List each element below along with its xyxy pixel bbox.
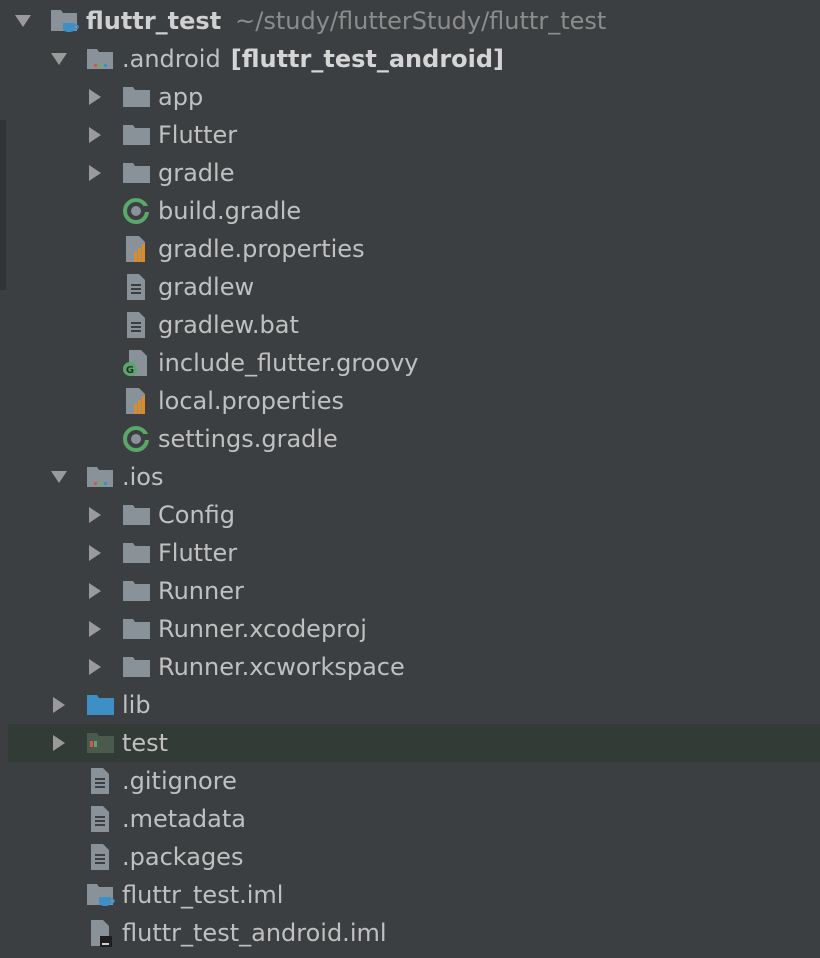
folder-label: Flutter <box>158 121 238 149</box>
tree-node-file[interactable]: fluttr_test_android.iml <box>8 914 820 952</box>
iml-file-icon <box>86 914 122 952</box>
file-label: gradle.properties <box>158 235 365 263</box>
triangle-down-icon[interactable] <box>48 458 70 496</box>
gradle-icon <box>122 420 158 458</box>
tree-node-file[interactable]: local.properties <box>8 382 820 420</box>
folder-icon <box>122 154 158 192</box>
project-folder-icon <box>50 2 86 40</box>
file-label: fluttr_test_android.iml <box>122 919 387 947</box>
folder-icon <box>122 534 158 572</box>
triangle-right-icon[interactable] <box>84 534 106 572</box>
folder-icon <box>122 610 158 648</box>
tree-node-file[interactable]: .metadata <box>8 800 820 838</box>
triangle-right-icon[interactable] <box>48 686 70 724</box>
folder-icon <box>122 78 158 116</box>
folder-label: lib <box>122 691 151 719</box>
triangle-down-icon[interactable] <box>48 40 70 78</box>
file-label: gradlew.bat <box>158 311 299 339</box>
triangle-down-icon[interactable] <box>12 2 34 40</box>
file-label: local.properties <box>158 387 345 415</box>
tree-node-folder[interactable]: Flutter <box>8 116 820 154</box>
triangle-right-icon[interactable] <box>84 154 106 192</box>
tree-node-file[interactable]: gradlew.bat <box>8 306 820 344</box>
file-label: settings.gradle <box>158 425 338 453</box>
folder-label: test <box>122 729 169 757</box>
triangle-right-icon[interactable] <box>84 78 106 116</box>
tree-node-file[interactable]: fluttr_test.iml <box>8 876 820 914</box>
file-label: gradlew <box>158 273 255 301</box>
gradle-icon <box>122 192 158 230</box>
module-name: [fluttr_test_android] <box>230 45 505 73</box>
tree-node-test[interactable]: test <box>8 724 820 762</box>
tree-node-folder[interactable]: Runner <box>8 572 820 610</box>
folder-label: Runner <box>158 577 244 605</box>
triangle-right-icon[interactable] <box>84 496 106 534</box>
folder-label: .android <box>122 45 221 73</box>
tree-node-folder[interactable]: Runner.xcworkspace <box>8 648 820 686</box>
triangle-right-icon[interactable] <box>84 610 106 648</box>
tree-node-folder[interactable]: Config <box>8 496 820 534</box>
file-label: .metadata <box>122 805 246 833</box>
folder-label: Runner.xcworkspace <box>158 653 405 681</box>
tree-node-file[interactable]: settings.gradle <box>8 420 820 458</box>
folder-icon <box>122 116 158 154</box>
tree-node-folder[interactable]: Runner.xcodeproj <box>8 610 820 648</box>
text-file-icon <box>86 762 122 800</box>
project-path: ~/study/flutterStudy/fluttr_test <box>235 7 607 35</box>
tree-node-file[interactable]: G include_flutter.groovy <box>8 344 820 382</box>
tree-node-project-root[interactable]: fluttr_test ~/study/flutterStudy/fluttr_… <box>8 2 820 40</box>
file-label: build.gradle <box>158 197 302 225</box>
triangle-right-icon[interactable] <box>84 572 106 610</box>
project-tree: fluttr_test ~/study/flutterStudy/fluttr_… <box>8 2 820 952</box>
tree-node-android[interactable]: .android [fluttr_test_android] <box>8 40 820 78</box>
test-folder-icon <box>86 724 122 762</box>
module-folder-icon <box>86 458 122 496</box>
file-label: .packages <box>122 843 244 871</box>
tree-node-file[interactable]: gradle.properties <box>8 230 820 268</box>
folder-label: app <box>158 83 204 111</box>
tree-node-folder[interactable]: app <box>8 78 820 116</box>
tree-node-file[interactable]: .packages <box>8 838 820 876</box>
properties-file-icon <box>122 230 158 268</box>
folder-icon <box>122 648 158 686</box>
module-folder-icon <box>86 40 122 78</box>
file-label: fluttr_test.iml <box>122 881 284 909</box>
tree-node-file[interactable]: gradlew <box>8 268 820 306</box>
project-name: fluttr_test <box>86 7 222 35</box>
tree-node-ios[interactable]: .ios <box>8 458 820 496</box>
tree-node-folder[interactable]: Flutter <box>8 534 820 572</box>
folder-label: Runner.xcodeproj <box>158 615 367 643</box>
folder-label: .ios <box>122 463 164 491</box>
svg-text:G: G <box>126 365 134 376</box>
text-file-icon <box>122 268 158 306</box>
folder-label: Config <box>158 501 236 529</box>
properties-file-icon <box>122 382 158 420</box>
triangle-right-icon[interactable] <box>48 724 70 762</box>
folder-label: gradle <box>158 159 235 187</box>
folder-icon <box>122 572 158 610</box>
folder-label: Flutter <box>158 539 238 567</box>
left-gutter <box>0 0 8 958</box>
tree-node-file[interactable]: build.gradle <box>8 192 820 230</box>
source-folder-icon <box>86 686 122 724</box>
text-file-icon <box>86 800 122 838</box>
groovy-file-icon: G <box>122 344 158 382</box>
file-label: include_flutter.groovy <box>158 349 419 377</box>
tree-node-lib[interactable]: lib <box>8 686 820 724</box>
tree-node-folder[interactable]: gradle <box>8 154 820 192</box>
text-file-icon <box>122 306 158 344</box>
triangle-right-icon[interactable] <box>84 116 106 154</box>
tree-node-file[interactable]: .gitignore <box>8 762 820 800</box>
iml-module-icon <box>86 876 122 914</box>
file-label: .gitignore <box>122 767 237 795</box>
text-file-icon <box>86 838 122 876</box>
scroll-marker[interactable] <box>0 120 6 290</box>
folder-icon <box>122 496 158 534</box>
triangle-right-icon[interactable] <box>84 648 106 686</box>
